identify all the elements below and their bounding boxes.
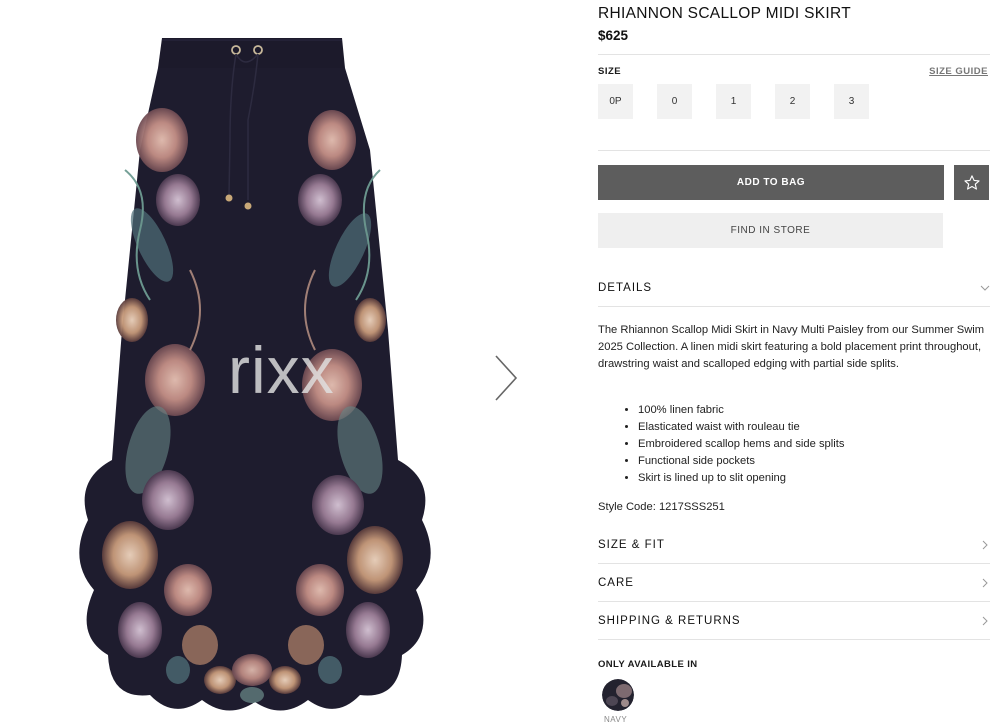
navy-swatch-image	[602, 679, 634, 711]
shipping-returns-accordion[interactable]: SHIPPING & RETURNS	[598, 607, 990, 635]
divider	[598, 150, 990, 151]
care-heading: CARE	[598, 577, 634, 589]
swatch-label: NAVY	[604, 715, 628, 724]
size-selector: 0P 0 1 2 3	[598, 84, 869, 119]
divider	[598, 563, 990, 564]
watermark-text: rixx	[228, 333, 335, 407]
size-fit-heading: SIZE & FIT	[598, 539, 665, 551]
size-option-3[interactable]: 3	[834, 84, 869, 119]
details-heading: DETAILS	[598, 282, 653, 294]
divider	[598, 306, 990, 307]
size-option-1[interactable]: 1	[716, 84, 751, 119]
divider	[598, 54, 990, 55]
care-accordion[interactable]: CARE	[598, 569, 990, 597]
product-title: RHIANNON SCALLOP MIDI SKIRT	[598, 5, 851, 22]
size-label: SIZE	[598, 66, 622, 77]
chevron-right-icon	[982, 616, 988, 626]
details-accordion[interactable]: DETAILS	[598, 274, 990, 302]
size-guide-link[interactable]: SIZE GUIDE	[929, 66, 988, 77]
color-swatch-navy[interactable]	[602, 679, 634, 711]
divider	[598, 639, 990, 640]
star-icon	[963, 174, 980, 190]
size-fit-accordion[interactable]: SIZE & FIT	[598, 531, 990, 559]
shipping-heading: SHIPPING & RETURNS	[598, 615, 741, 627]
size-option-0[interactable]: 0	[657, 84, 692, 119]
availability-label: ONLY AVAILABLE IN	[598, 659, 698, 670]
next-image-button[interactable]	[488, 350, 524, 406]
chevron-right-icon	[495, 355, 518, 401]
product-gallery: rixx	[0, 0, 560, 722]
chevron-down-icon	[980, 285, 990, 291]
wishlist-button[interactable]	[954, 165, 989, 200]
style-code: Style Code: 1217SSS251	[598, 501, 725, 513]
list-item: Embroidered scallop hems and side splits	[638, 436, 844, 453]
product-price: $625	[598, 28, 629, 43]
list-item: Elasticated waist with rouleau tie	[638, 419, 844, 436]
size-option-0p[interactable]: 0P	[598, 84, 633, 119]
feature-list: 100% linen fabric Elasticated waist with…	[616, 402, 844, 487]
add-to-bag-button[interactable]: ADD TO BAG	[598, 165, 944, 200]
size-option-2[interactable]: 2	[775, 84, 810, 119]
list-item: 100% linen fabric	[638, 402, 844, 419]
list-item: Functional side pockets	[638, 453, 844, 470]
find-in-store-button[interactable]: FIND IN STORE	[598, 213, 943, 248]
chevron-right-icon	[982, 578, 988, 588]
product-description: The Rhiannon Scallop Midi Skirt in Navy …	[598, 324, 985, 370]
chevron-right-icon	[982, 540, 988, 550]
divider	[598, 601, 990, 602]
list-item: Skirt is lined up to slit opening	[638, 470, 844, 487]
